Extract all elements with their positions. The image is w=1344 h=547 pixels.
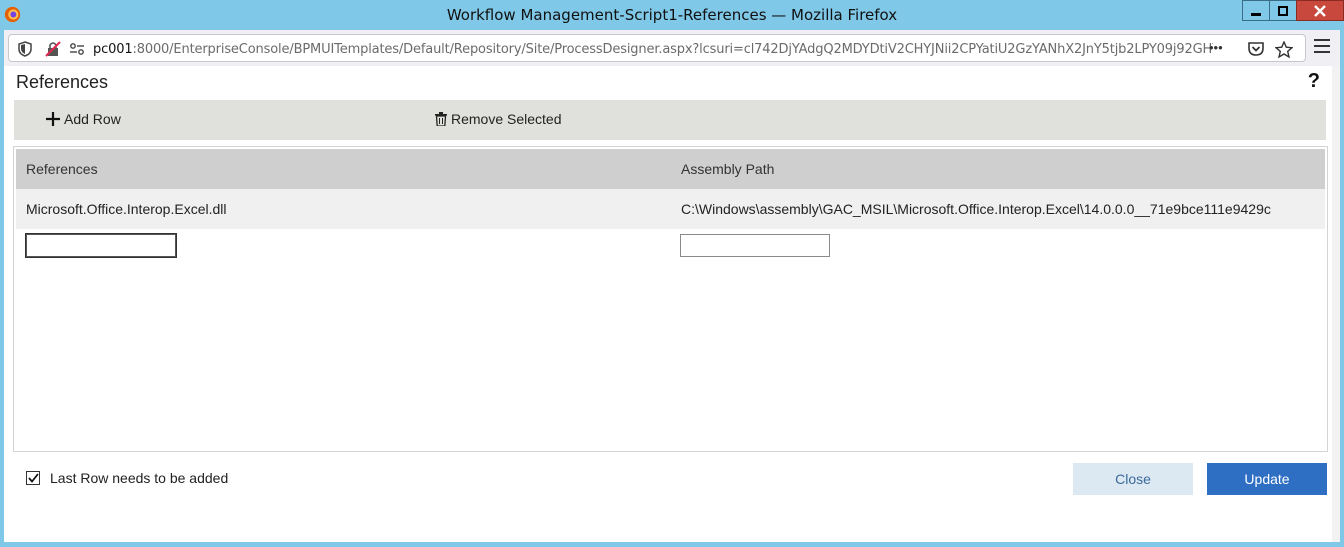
close-button[interactable]: Close (1073, 463, 1193, 495)
column-header-references[interactable]: References (26, 161, 98, 177)
column-header-assembly-path[interactable]: Assembly Path (681, 161, 774, 177)
plus-icon (46, 112, 60, 126)
new-reference-input[interactable] (25, 233, 177, 258)
permissions-icon[interactable] (69, 41, 85, 57)
last-row-checkbox-label: Last Row needs to be added (50, 470, 229, 486)
maximize-button[interactable] (1269, 0, 1297, 21)
table-row[interactable]: Microsoft.Office.Interop.Excel.dll C:\Wi… (16, 189, 1325, 229)
reference-cell[interactable]: Microsoft.Office.Interop.Excel.dll (26, 201, 226, 217)
url-host: pc001 (93, 42, 133, 57)
remove-selected-label: Remove Selected (451, 111, 562, 127)
grid-header: References Assembly Path (16, 149, 1325, 189)
add-row-button[interactable]: Add Row (46, 111, 121, 127)
url-text[interactable]: pc001:8000/EnterpriseConsole/BPMUITempla… (93, 42, 1213, 57)
window-close-button[interactable] (1296, 0, 1344, 21)
star-icon[interactable] (1275, 41, 1293, 58)
insecure-lock-icon[interactable] (45, 41, 61, 57)
minimize-icon (1251, 12, 1261, 16)
trash-icon (435, 112, 447, 126)
maximize-icon (1278, 5, 1288, 16)
hamburger-menu-icon[interactable] (1314, 39, 1330, 53)
window-title: Workflow Management-Script1-References —… (446, 6, 898, 24)
dialog-content: References ? Add Row Remove Selected Ref… (4, 66, 1340, 542)
close-icon (1314, 4, 1326, 17)
remove-selected-button[interactable]: Remove Selected (435, 111, 562, 127)
window-controls (1242, 0, 1344, 21)
update-button[interactable]: Update (1207, 463, 1327, 495)
address-bar[interactable]: pc001:8000/EnterpriseConsole/BPMUITempla… (8, 34, 1306, 62)
minimize-button[interactable] (1242, 0, 1270, 21)
help-icon[interactable]: ? (1308, 70, 1320, 93)
last-row-checkbox-group[interactable]: Last Row needs to be added (26, 470, 228, 486)
shield-icon[interactable] (18, 41, 32, 57)
assembly-path-cell[interactable]: C:\Windows\assembly\GAC_MSIL\Microsoft.O… (681, 201, 1271, 217)
vertical-scrollbar[interactable] (1332, 66, 1340, 542)
checkmark-icon (27, 473, 39, 483)
references-grid: References Assembly Path Microsoft.Offic… (13, 146, 1328, 452)
grid-toolbar: Add Row Remove Selected (14, 100, 1326, 140)
navigation-bar: pc001:8000/EnterpriseConsole/BPMUITempla… (4, 30, 1340, 64)
pocket-icon[interactable] (1247, 41, 1265, 57)
new-assembly-path-input[interactable] (680, 234, 830, 257)
browser-window: pc001:8000/EnterpriseConsole/BPMUITempla… (4, 30, 1340, 542)
url-path: :8000/EnterpriseConsole/BPMUITemplates/D… (132, 42, 1213, 57)
window-titlebar: Workflow Management-Script1-References —… (0, 0, 1344, 30)
page-actions-button[interactable]: ••• (1209, 40, 1223, 55)
last-row-checkbox[interactable] (26, 471, 40, 485)
add-row-label: Add Row (64, 111, 121, 127)
page-title: References (16, 72, 109, 92)
